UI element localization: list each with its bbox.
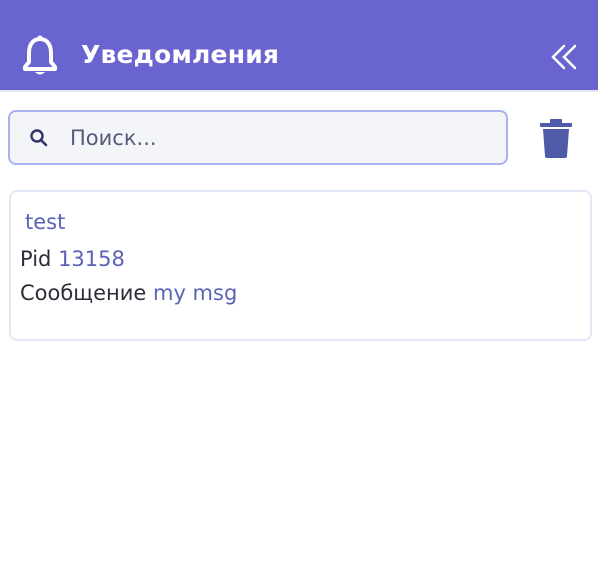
message-value: my msg	[153, 281, 238, 305]
notification-card[interactable]: test Pid 13158 Сообщение my msg	[9, 190, 592, 341]
search-input[interactable]	[70, 120, 490, 156]
search-icon	[30, 129, 48, 147]
pid-value: 13158	[58, 247, 125, 271]
notification-pid-row: Pid 13158	[20, 247, 125, 271]
notification-title: test	[25, 210, 66, 234]
double-chevron-left-icon[interactable]	[551, 44, 577, 70]
search-box[interactable]	[8, 110, 508, 165]
notification-message-row: Сообщение my msg	[20, 281, 237, 305]
panel-title: Уведомления	[81, 40, 280, 69]
pid-label: Pid	[20, 247, 52, 271]
bell-icon	[23, 35, 57, 75]
message-label: Сообщение	[20, 281, 147, 305]
panel-header: Уведомления	[0, 0, 598, 92]
trash-icon[interactable]	[540, 118, 572, 158]
